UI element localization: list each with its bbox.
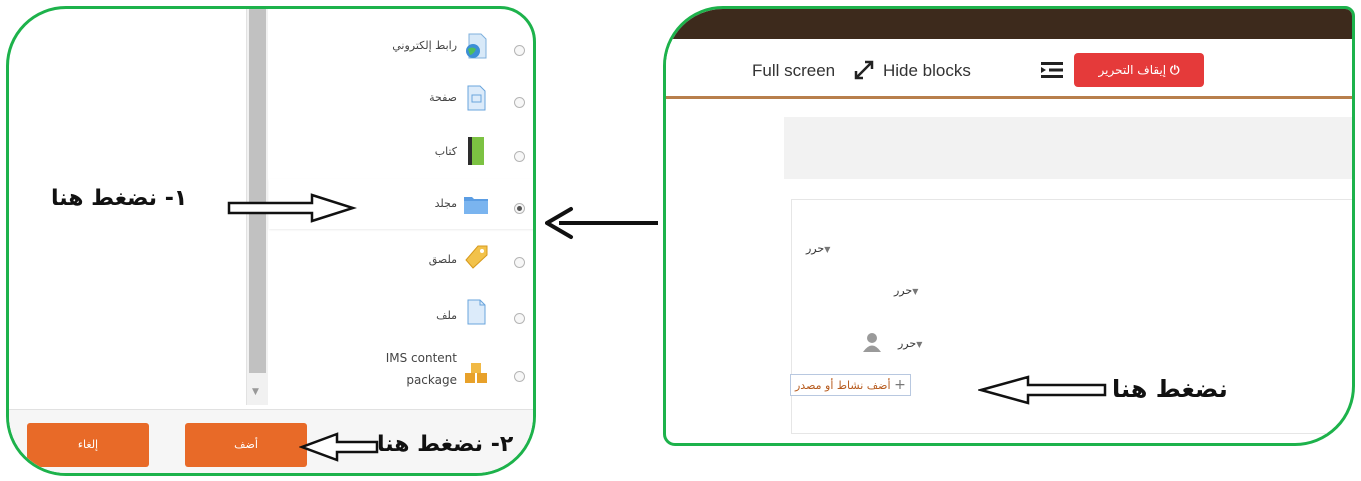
radio-page[interactable] — [514, 97, 525, 108]
hide-blocks-icon[interactable] — [1041, 60, 1063, 80]
user-role-icon[interactable] — [861, 331, 883, 353]
radio-url[interactable] — [514, 45, 525, 56]
connector-arrow-icon — [545, 207, 658, 239]
course-page-panel: Full screen Hide blocks ⏻ إيقاف التحرير … — [663, 6, 1355, 446]
expand-arrows-icon[interactable] — [853, 59, 875, 81]
module-label: IMS content package — [385, 351, 457, 387]
course-toolbar: Full screen Hide blocks ⏻ إيقاف التحرير — [666, 39, 1352, 99]
dialog-footer: إلغاء أضف ٢- نضغط هنا — [9, 409, 533, 473]
scroll-down-arrow-icon[interactable]: ▼ — [252, 387, 259, 397]
page-icon — [467, 85, 486, 111]
add-activity-label: أضف نشاط أو مصدر — [795, 379, 891, 392]
book-icon — [468, 137, 484, 165]
annotation-arrow-left-icon — [978, 375, 1107, 405]
annotation-step2-text: ٢- نضغط هنا — [377, 432, 514, 457]
module-item-url[interactable]: رابط إلكتروني — [269, 21, 533, 71]
edit-label: حرر — [806, 242, 825, 255]
edit-menu-section[interactable]: حرر▼ — [806, 242, 830, 255]
module-item-file[interactable]: ملف — [269, 285, 533, 341]
ims-package-icon — [465, 363, 487, 383]
module-label: كتاب — [434, 145, 457, 158]
cancel-button[interactable]: إلغاء — [27, 423, 149, 467]
radio-book[interactable] — [514, 151, 525, 162]
module-label: مجلد — [434, 197, 457, 210]
hide-blocks-link[interactable]: Hide blocks — [883, 61, 971, 81]
module-item-book[interactable]: كتاب — [269, 123, 533, 179]
folder-icon — [464, 197, 488, 214]
module-item-page[interactable]: صفحة — [269, 71, 533, 123]
edit-menu-role[interactable]: حرر▼ — [898, 337, 922, 350]
file-icon — [467, 299, 486, 325]
module-item-ims-package[interactable]: IMS content package — [269, 341, 533, 405]
module-label: ملصق — [428, 253, 457, 266]
module-item-label[interactable]: ملصق — [269, 229, 533, 285]
caret-down-icon: ▼ — [912, 287, 919, 296]
course-header-bar — [784, 117, 1352, 179]
module-label: صفحة — [429, 91, 457, 104]
power-icon: ⏻ — [1169, 63, 1180, 77]
label-tag-icon — [465, 245, 488, 269]
add-button[interactable]: أضف — [185, 423, 307, 467]
annotation-arrow-left-icon — [299, 432, 379, 462]
radio-folder[interactable] — [514, 203, 525, 214]
site-topbar — [666, 9, 1352, 39]
radio-file[interactable] — [514, 313, 525, 324]
module-label: ملف — [436, 309, 457, 322]
edit-label: حرر — [894, 284, 913, 297]
add-activity-link[interactable]: أضف نشاط أو مصدر + — [790, 374, 911, 396]
plus-icon: + — [894, 377, 906, 393]
edit-label: حرر — [898, 337, 917, 350]
stop-editing-button[interactable]: ⏻ إيقاف التحرير — [1074, 53, 1204, 87]
scrollbar-thumb[interactable] — [249, 9, 266, 373]
stop-editing-label: إيقاف التحرير — [1098, 63, 1167, 77]
radio-ims-package[interactable] — [514, 371, 525, 382]
module-label: رابط إلكتروني — [392, 39, 457, 52]
add-activity-dialog: ▼ رابط إلكتروني صفحة كتاب مجلد ملصق ملف … — [6, 6, 536, 476]
url-globe-icon — [466, 33, 487, 59]
annotation-step1-text: ١- نضغط هنا — [51, 186, 188, 211]
full-screen-link[interactable]: Full screen — [752, 61, 835, 81]
edit-menu-item[interactable]: حرر▼ — [894, 284, 918, 297]
caret-down-icon: ▼ — [824, 245, 831, 254]
annotation-arrow-right-icon — [227, 193, 357, 223]
radio-label[interactable] — [514, 257, 525, 268]
annotation-add-activity-text: نضغط هنا — [1112, 375, 1228, 403]
caret-down-icon: ▼ — [916, 340, 923, 349]
